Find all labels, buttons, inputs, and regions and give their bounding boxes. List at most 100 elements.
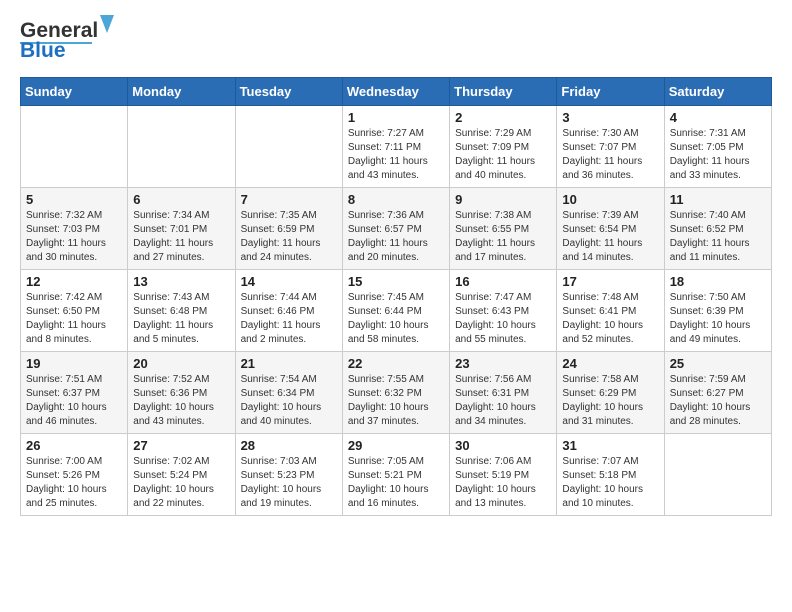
day-detail: Sunrise: 7:50 AM Sunset: 6:39 PM Dayligh… <box>670 291 766 347</box>
day-number: 31 <box>562 438 658 453</box>
day-detail: Sunrise: 7:32 AM Sunset: 7:03 PM Dayligh… <box>26 209 122 265</box>
calendar-cell: 4Sunrise: 7:31 AM Sunset: 7:05 PM Daylig… <box>664 106 771 188</box>
calendar-cell: 9Sunrise: 7:38 AM Sunset: 6:55 PM Daylig… <box>450 188 557 270</box>
calendar-cell: 23 Sunrise: 7:56 AM Sunset: 6:31 PM Dayli… <box>450 352 557 434</box>
day-detail: Sunrise: 7:58 AM Sunset: 6:29 PM Dayligh… <box>562 373 658 429</box>
calendar-cell: 27 Sunrise: 7:02 AM Sunset: 5:24 PM Dayli… <box>128 434 235 516</box>
day-detail: Sunrise: 7:47 AM Sunset: 6:43 PM Dayligh… <box>455 291 551 347</box>
calendar-cell: 10 Sunrise: 7:39 AM Sunset: 6:54 PM Dayli… <box>557 188 664 270</box>
day-number: 18 <box>670 274 766 289</box>
calendar-cell: 19 Sunrise: 7:51 AM Sunset: 6:37 PM Dayli… <box>21 352 128 434</box>
day-detail: Sunrise: 7:05 AM Sunset: 5:21 PM Dayligh… <box>348 455 444 511</box>
calendar-cell: 29Sunrise: 7:05 AM Sunset: 5:21 PM Dayli… <box>342 434 449 516</box>
day-number: 24 <box>562 356 658 371</box>
day-detail: Sunrise: 7:48 AM Sunset: 6:41 PM Dayligh… <box>562 291 658 347</box>
calendar-table: SundayMondayTuesdayWednesdayThursdayFrid… <box>20 77 772 516</box>
day-number: 13 <box>133 274 229 289</box>
calendar-cell: 8 Sunrise: 7:36 AM Sunset: 6:57 PM Daylig… <box>342 188 449 270</box>
calendar-cell: 30Sunrise: 7:06 AM Sunset: 5:19 PM Dayli… <box>450 434 557 516</box>
calendar-cell <box>128 106 235 188</box>
day-detail: Sunrise: 7:45 AM Sunset: 6:44 PM Dayligh… <box>348 291 444 347</box>
weekday-header-saturday: Saturday <box>664 78 771 106</box>
day-detail: Sunrise: 7:44 AM Sunset: 6:46 PM Dayligh… <box>241 291 337 347</box>
day-detail: Sunrise: 7:34 AM Sunset: 7:01 PM Dayligh… <box>133 209 229 265</box>
day-number: 20 <box>133 356 229 371</box>
weekday-header-friday: Friday <box>557 78 664 106</box>
calendar-cell: 20 Sunrise: 7:52 AM Sunset: 6:36 PM Dayli… <box>128 352 235 434</box>
calendar-cell <box>235 106 342 188</box>
day-detail: Sunrise: 7:54 AM Sunset: 6:34 PM Dayligh… <box>241 373 337 429</box>
logo-blue-text: Blue <box>20 40 66 61</box>
day-number: 7 <box>241 192 337 207</box>
day-detail: Sunrise: 7:31 AM Sunset: 7:05 PM Dayligh… <box>670 127 766 183</box>
logo-general-text: General <box>20 20 98 41</box>
calendar-cell: 13 Sunrise: 7:43 AM Sunset: 6:48 PM Dayli… <box>128 270 235 352</box>
day-detail: Sunrise: 7:35 AM Sunset: 6:59 PM Dayligh… <box>241 209 337 265</box>
logo: General Blue <box>20 20 114 61</box>
day-detail: Sunrise: 7:03 AM Sunset: 5:23 PM Dayligh… <box>241 455 337 511</box>
weekday-header-thursday: Thursday <box>450 78 557 106</box>
calendar-week-3: 12Sunrise: 7:42 AM Sunset: 6:50 PM Dayli… <box>21 270 772 352</box>
day-detail: Sunrise: 7:56 AM Sunset: 6:31 PM Dayligh… <box>455 373 551 429</box>
day-number: 23 <box>455 356 551 371</box>
logo-flag-icon <box>100 15 114 37</box>
calendar-cell: 14 Sunrise: 7:44 AM Sunset: 6:46 PM Dayli… <box>235 270 342 352</box>
day-number: 5 <box>26 192 122 207</box>
weekday-header-wednesday: Wednesday <box>342 78 449 106</box>
day-number: 6 <box>133 192 229 207</box>
calendar-cell: 1Sunrise: 7:27 AM Sunset: 7:11 PM Daylig… <box>342 106 449 188</box>
day-detail: Sunrise: 7:55 AM Sunset: 6:32 PM Dayligh… <box>348 373 444 429</box>
day-detail: Sunrise: 7:39 AM Sunset: 6:54 PM Dayligh… <box>562 209 658 265</box>
day-number: 28 <box>241 438 337 453</box>
weekday-header-row: SundayMondayTuesdayWednesdayThursdayFrid… <box>21 78 772 106</box>
calendar-cell: 11Sunrise: 7:40 AM Sunset: 6:52 PM Dayli… <box>664 188 771 270</box>
day-number: 27 <box>133 438 229 453</box>
day-number: 15 <box>348 274 444 289</box>
day-number: 14 <box>241 274 337 289</box>
calendar-cell: 15 Sunrise: 7:45 AM Sunset: 6:44 PM Dayli… <box>342 270 449 352</box>
day-detail: Sunrise: 7:07 AM Sunset: 5:18 PM Dayligh… <box>562 455 658 511</box>
day-number: 8 <box>348 192 444 207</box>
day-number: 26 <box>26 438 122 453</box>
day-number: 10 <box>562 192 658 207</box>
day-number: 30 <box>455 438 551 453</box>
page-header: General Blue <box>20 20 772 61</box>
day-number: 25 <box>670 356 766 371</box>
calendar-cell: 18 Sunrise: 7:50 AM Sunset: 6:39 PM Dayli… <box>664 270 771 352</box>
calendar-week-1: 1Sunrise: 7:27 AM Sunset: 7:11 PM Daylig… <box>21 106 772 188</box>
calendar-cell <box>21 106 128 188</box>
calendar-cell: 24 Sunrise: 7:58 AM Sunset: 6:29 PM Dayli… <box>557 352 664 434</box>
day-detail: Sunrise: 7:52 AM Sunset: 6:36 PM Dayligh… <box>133 373 229 429</box>
day-detail: Sunrise: 7:43 AM Sunset: 6:48 PM Dayligh… <box>133 291 229 347</box>
day-detail: Sunrise: 7:51 AM Sunset: 6:37 PM Dayligh… <box>26 373 122 429</box>
calendar-cell: 31 Sunrise: 7:07 AM Sunset: 5:18 PM Dayli… <box>557 434 664 516</box>
day-number: 21 <box>241 356 337 371</box>
weekday-header-monday: Monday <box>128 78 235 106</box>
calendar-cell: 25 Sunrise: 7:59 AM Sunset: 6:27 PM Dayli… <box>664 352 771 434</box>
day-number: 3 <box>562 110 658 125</box>
calendar-cell: 2 Sunrise: 7:29 AM Sunset: 7:09 PM Daylig… <box>450 106 557 188</box>
calendar-cell: 26Sunrise: 7:00 AM Sunset: 5:26 PM Dayli… <box>21 434 128 516</box>
day-number: 17 <box>562 274 658 289</box>
weekday-header-tuesday: Tuesday <box>235 78 342 106</box>
day-number: 11 <box>670 192 766 207</box>
calendar-cell: 6 Sunrise: 7:34 AM Sunset: 7:01 PM Daylig… <box>128 188 235 270</box>
day-detail: Sunrise: 7:29 AM Sunset: 7:09 PM Dayligh… <box>455 127 551 183</box>
calendar-cell: 7 Sunrise: 7:35 AM Sunset: 6:59 PM Daylig… <box>235 188 342 270</box>
calendar-week-2: 5 Sunrise: 7:32 AM Sunset: 7:03 PM Daylig… <box>21 188 772 270</box>
calendar-week-5: 26Sunrise: 7:00 AM Sunset: 5:26 PM Dayli… <box>21 434 772 516</box>
day-detail: Sunrise: 7:30 AM Sunset: 7:07 PM Dayligh… <box>562 127 658 183</box>
day-number: 2 <box>455 110 551 125</box>
calendar-cell: 5 Sunrise: 7:32 AM Sunset: 7:03 PM Daylig… <box>21 188 128 270</box>
day-detail: Sunrise: 7:59 AM Sunset: 6:27 PM Dayligh… <box>670 373 766 429</box>
day-detail: Sunrise: 7:02 AM Sunset: 5:24 PM Dayligh… <box>133 455 229 511</box>
calendar-cell: 16Sunrise: 7:47 AM Sunset: 6:43 PM Dayli… <box>450 270 557 352</box>
calendar-cell: 28 Sunrise: 7:03 AM Sunset: 5:23 PM Dayli… <box>235 434 342 516</box>
day-number: 19 <box>26 356 122 371</box>
calendar-cell: 21 Sunrise: 7:54 AM Sunset: 6:34 PM Dayli… <box>235 352 342 434</box>
calendar-week-4: 19 Sunrise: 7:51 AM Sunset: 6:37 PM Dayli… <box>21 352 772 434</box>
calendar-cell: 12Sunrise: 7:42 AM Sunset: 6:50 PM Dayli… <box>21 270 128 352</box>
day-detail: Sunrise: 7:36 AM Sunset: 6:57 PM Dayligh… <box>348 209 444 265</box>
calendar-cell: 17 Sunrise: 7:48 AM Sunset: 6:41 PM Dayli… <box>557 270 664 352</box>
calendar-cell: 3 Sunrise: 7:30 AM Sunset: 7:07 PM Daylig… <box>557 106 664 188</box>
